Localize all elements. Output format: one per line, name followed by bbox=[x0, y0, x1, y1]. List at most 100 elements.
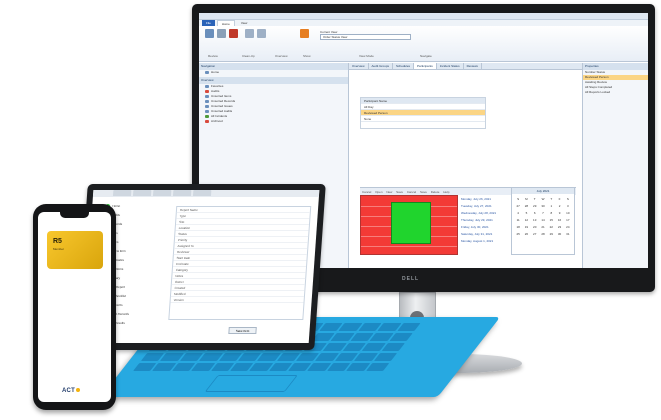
calendar-day[interactable]: 14 bbox=[539, 217, 547, 224]
doc-tab[interactable]: Overview bbox=[349, 63, 369, 69]
keyboard-key bbox=[373, 353, 398, 361]
tablet-tab[interactable] bbox=[172, 190, 192, 196]
calendar-day[interactable]: 1 bbox=[547, 203, 555, 210]
reports-icon[interactable] bbox=[300, 29, 309, 38]
ribbon-toolbar: Current View Order Status View Review Cl… bbox=[199, 26, 648, 62]
calendar-day[interactable]: 25 bbox=[514, 231, 522, 238]
tablet-tab[interactable] bbox=[192, 190, 212, 196]
calendar-day[interactable]: 22 bbox=[547, 224, 555, 231]
calendar-day[interactable]: 29 bbox=[531, 203, 539, 210]
calendar-day[interactable]: 10 bbox=[564, 210, 572, 217]
calendar-weekday: M bbox=[525, 197, 528, 201]
calendar-day[interactable]: 17 bbox=[564, 217, 572, 224]
table-row[interactable]: None bbox=[361, 116, 485, 122]
calendar-day[interactable]: 28 bbox=[522, 203, 530, 210]
calendar-day[interactable]: 8 bbox=[547, 210, 555, 217]
tablet-tab[interactable] bbox=[152, 190, 172, 196]
calendar-day[interactable]: 2 bbox=[555, 203, 563, 210]
logo-dot-icon bbox=[75, 388, 80, 392]
group-label-review: Review bbox=[208, 54, 218, 58]
delete-icon[interactable] bbox=[229, 29, 238, 38]
card-subtitle: Member bbox=[53, 247, 65, 251]
calendar-day[interactable]: 15 bbox=[547, 217, 555, 224]
act-logo: ACT bbox=[62, 388, 80, 394]
doc-tab-active[interactable]: Participants bbox=[414, 63, 437, 69]
phone-notch bbox=[60, 212, 89, 218]
calendar-day[interactable]: 19 bbox=[522, 224, 530, 231]
keyboard-key bbox=[381, 343, 405, 351]
calendar-day[interactable]: 24 bbox=[564, 224, 572, 231]
keyboard-key bbox=[365, 363, 390, 371]
calendar-weekday: F bbox=[558, 197, 561, 201]
calendar-day[interactable]: 29 bbox=[547, 231, 555, 238]
current-view-selector[interactable]: Current View Order Status View bbox=[320, 29, 411, 41]
calendar-weekday: W bbox=[541, 197, 545, 201]
group-label-cleanup: Clean-Up bbox=[242, 54, 255, 58]
card-amount: R5 bbox=[53, 238, 62, 245]
doc-tab[interactable]: Reviews bbox=[464, 63, 482, 69]
tablet-tabs bbox=[92, 190, 320, 197]
schedule-timeline[interactable] bbox=[360, 195, 458, 255]
window-titlebar bbox=[199, 13, 648, 20]
current-view-label: Current View bbox=[320, 30, 338, 34]
month-calendar[interactable]: July 2021 S M T W T F S 27 28 29 30 1 2 3 4 5 6 7 8 9 10 11 12… bbox=[511, 187, 575, 255]
trackpad bbox=[204, 375, 298, 392]
calendar-day[interactable]: 9 bbox=[555, 210, 563, 217]
phone-screen: R5 Member ACT bbox=[38, 212, 111, 402]
tablet-screen: HomeAuditsRecordsItemsIssuesReview ItemA… bbox=[82, 190, 320, 343]
nav-section-header: Overview bbox=[199, 77, 348, 84]
doc-tab[interactable]: Incident Status bbox=[437, 63, 464, 69]
calendar-day[interactable]: 4 bbox=[514, 210, 522, 217]
calendar-day[interactable]: 18 bbox=[514, 224, 522, 231]
group-label-view-mode: View Mode bbox=[359, 54, 374, 58]
calendar-day[interactable]: 20 bbox=[531, 224, 539, 231]
navigation-header: Navigation bbox=[199, 63, 348, 70]
tablet-tab[interactable] bbox=[112, 190, 132, 196]
calendar-day[interactable]: 21 bbox=[539, 224, 547, 231]
nav-item[interactable]: Home bbox=[199, 70, 348, 75]
properties-header: Properties bbox=[583, 63, 648, 70]
calendar-day[interactable]: 12 bbox=[522, 217, 530, 224]
smartphone: R5 Member ACT bbox=[33, 204, 116, 410]
calendar-weekday: S bbox=[566, 197, 569, 201]
group-label-overview: Overview bbox=[275, 54, 288, 58]
tablet-tab[interactable] bbox=[132, 190, 152, 196]
keyboard-key bbox=[389, 333, 413, 341]
device-showcase: File Home View Current View Order Status… bbox=[0, 0, 661, 420]
calendar-day[interactable]: 5 bbox=[522, 210, 530, 217]
save-item-button[interactable]: Save Item bbox=[228, 327, 257, 334]
participants-grid: Participant Name All Day Reviewed Person… bbox=[360, 97, 486, 129]
current-view-select[interactable]: Order Status View bbox=[320, 34, 411, 40]
paste-icon[interactable] bbox=[257, 29, 266, 38]
property-row[interactable]: All Reports Locked bbox=[583, 90, 648, 95]
calendar-day[interactable]: 26 bbox=[522, 231, 530, 238]
calendar-day[interactable]: 27 bbox=[514, 203, 522, 210]
add-icon[interactable] bbox=[205, 29, 214, 38]
calendar-day[interactable]: 6 bbox=[531, 210, 539, 217]
group-label-navigate: Navigate bbox=[420, 54, 432, 58]
membership-card[interactable]: R5 Member bbox=[47, 231, 103, 269]
calendar-day[interactable]: 7 bbox=[539, 210, 547, 217]
calendar-day[interactable]: 16 bbox=[555, 217, 563, 224]
calendar-days[interactable]: S M T W T F S 27 28 29 30 1 2 3 4 5 6 7 8 9 10 11 12 13 14 15 16 17… bbox=[512, 194, 574, 240]
edit-icon[interactable] bbox=[217, 29, 226, 38]
monitor-brand-logo: DELL bbox=[402, 276, 420, 282]
calendar-day[interactable]: 31 bbox=[564, 231, 572, 238]
calendar-day[interactable]: 11 bbox=[514, 217, 522, 224]
calendar-day[interactable]: 30 bbox=[539, 203, 547, 210]
calendar-day[interactable]: 27 bbox=[531, 231, 539, 238]
calendar-day[interactable]: 3 bbox=[564, 203, 572, 210]
property-row[interactable]: Version bbox=[170, 297, 304, 303]
nav-item[interactable]: Archived bbox=[199, 119, 348, 124]
document-tabs: Overview Audit Groups Schedules Particip… bbox=[349, 63, 582, 70]
calendar-day[interactable]: 13 bbox=[531, 217, 539, 224]
calendar-day[interactable]: 30 bbox=[555, 231, 563, 238]
copy-icon[interactable] bbox=[245, 29, 254, 38]
tablet-property-list: Report Name Type Site Location Status Priorit… bbox=[168, 206, 312, 320]
doc-tab[interactable]: Audit Groups bbox=[369, 63, 394, 69]
calendar-day[interactable]: 23 bbox=[555, 224, 563, 231]
doc-tab[interactable]: Schedules bbox=[393, 63, 415, 69]
grid-line bbox=[361, 246, 457, 247]
available-time-block[interactable] bbox=[391, 202, 431, 244]
calendar-day[interactable]: 28 bbox=[539, 231, 547, 238]
